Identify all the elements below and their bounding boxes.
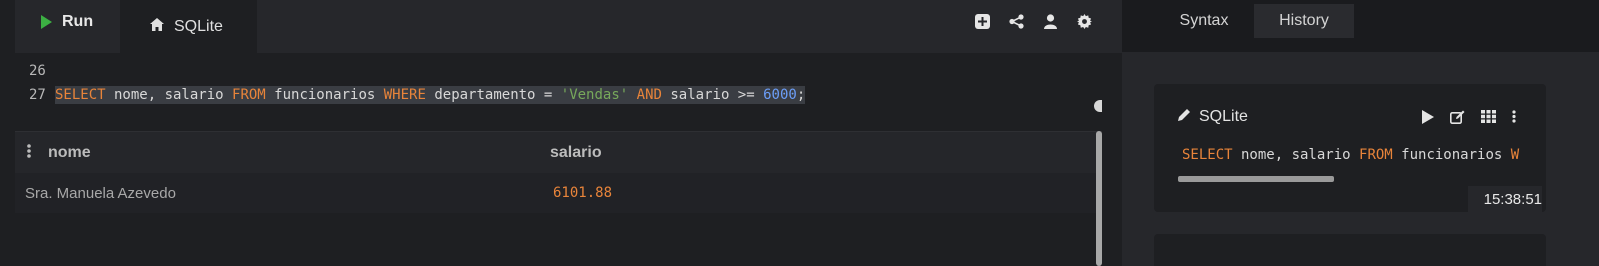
code-token: departamento = — [425, 87, 561, 103]
table-icon[interactable] — [1481, 110, 1496, 129]
history-item-title: SQLite — [1178, 108, 1248, 126]
database-tab-label: SQLite — [174, 17, 223, 35]
share-icon[interactable] — [1008, 13, 1024, 29]
keyword-token: W — [1510, 147, 1520, 163]
keyword-token: AND — [636, 87, 662, 103]
run-query-icon[interactable] — [1422, 110, 1434, 129]
column-header-nome[interactable]: nome — [48, 144, 91, 162]
history-timestamp: 15:38:51 — [1468, 186, 1542, 212]
code-token: nome, salario — [105, 87, 233, 103]
code-token: salario >= — [661, 87, 764, 103]
side-panel: Syntax History SQLite SELECT nome, salar… — [1122, 0, 1599, 266]
edit-icon[interactable] — [1450, 110, 1465, 129]
home-icon — [150, 17, 164, 36]
add-icon[interactable] — [974, 13, 990, 29]
column-menu-icon[interactable] — [27, 144, 31, 163]
database-tab[interactable]: SQLite — [120, 0, 257, 53]
column-header-salario[interactable]: salario — [550, 144, 602, 162]
side-tabs: Syntax History — [1122, 0, 1599, 38]
run-button[interactable]: Run — [41, 11, 93, 33]
history-panel: SQLite SELECT nome, salario FROM funcion… — [1122, 52, 1599, 266]
results-scrollbar[interactable] — [1096, 131, 1102, 266]
results-table: nome salario Sra. Manuela Azevedo 6101.8… — [15, 131, 1102, 266]
settings-icon[interactable] — [1076, 13, 1092, 29]
history-query-scrollbar[interactable] — [1178, 176, 1334, 182]
play-icon — [41, 15, 52, 29]
cell-nome: Sra. Manuela Azevedo — [25, 185, 176, 202]
history-db-label: SQLite — [1199, 108, 1248, 125]
keyword-token: SELECT — [55, 87, 106, 103]
keyword-token: FROM — [1359, 147, 1393, 163]
user-icon[interactable] — [1042, 13, 1058, 29]
more-icon[interactable] — [1512, 110, 1516, 129]
cell-salario: 6101.88 — [553, 185, 613, 201]
code-token: nome, salario — [1232, 147, 1360, 163]
keyword-token: SELECT — [1182, 147, 1233, 163]
selected-query[interactable]: SELECT nome, salario FROM funcionarios W… — [55, 86, 806, 104]
line-number: 26 — [29, 63, 46, 79]
editor-line: 26 — [15, 61, 55, 81]
keyword-token: WHERE — [383, 87, 426, 103]
code-token: funcionarios — [1392, 147, 1511, 163]
editor-toolbar: Run SQLite — [15, 0, 1122, 53]
pencil-icon — [1178, 108, 1191, 126]
run-label: Run — [62, 13, 94, 30]
code-token: funcionarios — [265, 87, 384, 103]
history-query: SELECT nome, salario FROM funcionarios W — [1182, 147, 1536, 163]
editor-scroll-handle[interactable] — [1094, 100, 1102, 112]
results-header: nome salario — [15, 131, 1102, 173]
keyword-token: FROM — [232, 87, 266, 103]
history-item[interactable] — [1154, 234, 1546, 266]
code-token: ; — [796, 87, 806, 103]
editor-line: 27 SELECT nome, salario FROM funcionario… — [15, 85, 806, 105]
sql-editor[interactable]: 26 27 SELECT nome, salario FROM funciona… — [15, 53, 1122, 113]
table-row[interactable]: Sra. Manuela Azevedo 6101.88 — [15, 173, 1102, 213]
query-pane: Run SQLite 26 27 SELECT nome, salario FR… — [0, 0, 1122, 266]
number-token: 6000 — [763, 87, 797, 103]
tab-history[interactable]: History — [1254, 4, 1354, 38]
line-number: 27 — [29, 87, 46, 103]
tab-syntax[interactable]: Syntax — [1154, 4, 1254, 38]
string-token: 'Vendas' — [560, 87, 629, 103]
